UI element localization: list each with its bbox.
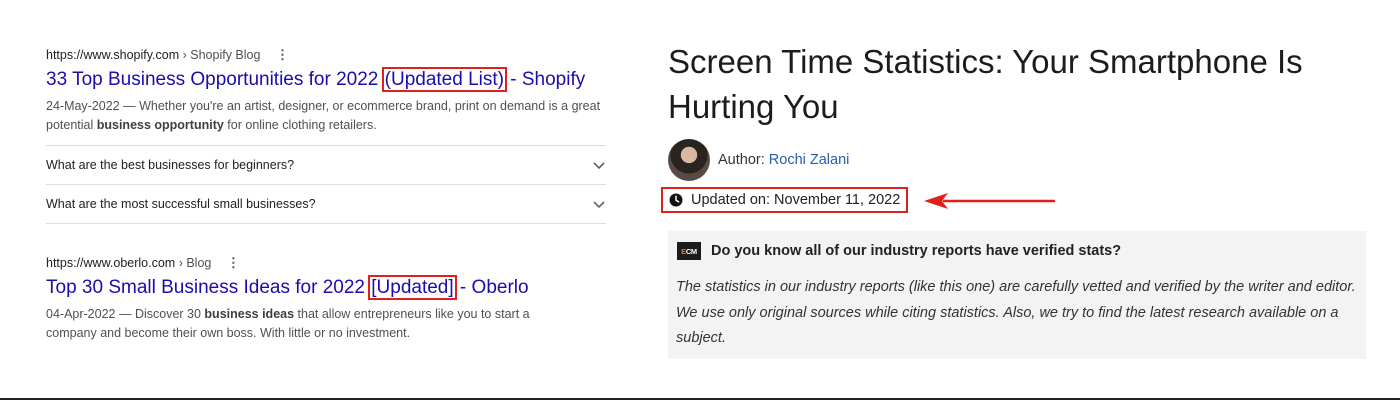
result-title-site: - Oberlo bbox=[454, 277, 529, 298]
paa-question-2[interactable]: What are the most successful small busin… bbox=[46, 184, 606, 222]
paa-question-1[interactable]: What are the best businesses for beginne… bbox=[46, 145, 606, 183]
author-label: Author: bbox=[718, 152, 769, 168]
chevron-down-icon[interactable] bbox=[592, 158, 606, 172]
callout-heading: Do you know all of our industry reports … bbox=[711, 243, 1122, 259]
author-name-link[interactable]: Rochi Zalani bbox=[769, 152, 850, 168]
snippet-bold: business ideas bbox=[204, 307, 295, 321]
chevron-down-icon[interactable] bbox=[592, 197, 606, 211]
result-1-url[interactable]: https://www.shopify.com › Shopify Blog ⋮ bbox=[46, 47, 289, 63]
result-2-title-link[interactable]: Top 30 Small Business Ideas for 2022 [Up… bbox=[46, 275, 529, 300]
result-2-url[interactable]: https://www.oberlo.com › Blog ⋮ bbox=[46, 255, 240, 271]
paa-question-text: What are the most successful small busin… bbox=[46, 196, 316, 211]
author-line: Author: Rochi Zalani bbox=[718, 152, 849, 168]
result-url-breadcrumb: › Shopify Blog bbox=[179, 48, 261, 62]
result-url-breadcrumb: › Blog bbox=[175, 256, 212, 270]
result-title-highlighted: (Updated List) bbox=[381, 67, 507, 92]
red-arrow-annotation bbox=[924, 193, 1056, 209]
author-avatar bbox=[668, 139, 710, 181]
result-1-snippet: 24-May-2022 — Whether you're an artist, … bbox=[46, 97, 606, 135]
result-url-domain: https://www.oberlo.com bbox=[46, 256, 176, 270]
snippet-text: — Discover 30 bbox=[115, 307, 205, 321]
result-title-highlighted: [Updated] bbox=[368, 275, 457, 300]
article-title: Screen Time Statistics: Your Smartphone … bbox=[668, 43, 1303, 125]
snippet-bold: business opportunity bbox=[96, 118, 224, 132]
result-title-text: Top 30 Small Business Ideas for 2022 bbox=[46, 277, 371, 298]
result-1-title-link[interactable]: 33 Top Business Opportunities for 2022 (… bbox=[46, 67, 586, 92]
clock-icon bbox=[669, 193, 683, 207]
result-url-domain: https://www.shopify.com bbox=[46, 48, 180, 62]
result-title-site: - Shopify bbox=[504, 69, 586, 90]
result-title-text: 33 Top Business Opportunities for 2022 bbox=[46, 69, 384, 90]
kebab-icon[interactable]: ⋮ bbox=[276, 47, 289, 63]
kebab-icon[interactable]: ⋮ bbox=[227, 255, 240, 271]
updated-date-text: Updated on: November 11, 2022 bbox=[691, 192, 901, 208]
paa-question-text: What are the best businesses for beginne… bbox=[46, 157, 295, 172]
ecm-logo: E CM bbox=[677, 242, 701, 260]
result-2-snippet: 04-Apr-2022 — Discover 30 business ideas… bbox=[46, 305, 566, 343]
ecm-logo-cm: CM bbox=[685, 246, 697, 256]
updated-date-box: Updated on: November 11, 2022 bbox=[661, 187, 909, 213]
snippet-date: 04-Apr-2022 bbox=[46, 307, 116, 321]
snippet-date: 24-May-2022 bbox=[46, 99, 120, 113]
paa-divider bbox=[46, 223, 606, 224]
snippet-text: for online clothing retailers. bbox=[223, 118, 377, 132]
callout-body: The statistics in our industry reports (… bbox=[676, 279, 1356, 346]
bottom-divider bbox=[0, 398, 1400, 400]
